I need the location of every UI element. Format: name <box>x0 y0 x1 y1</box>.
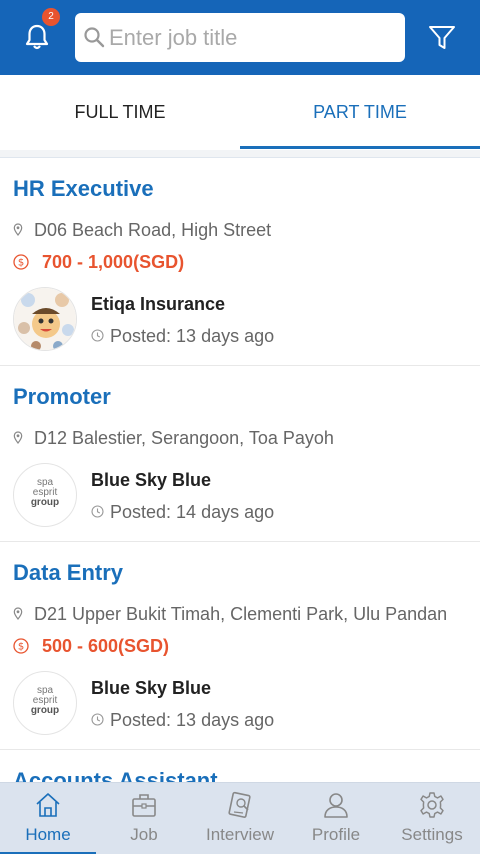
company-name: Blue Sky Blue <box>91 470 212 490</box>
job-title[interactable]: Promoter <box>13 384 111 410</box>
nav-label: Interview <box>205 825 275 844</box>
job-card[interactable]: HR Executive D06 Beach Road, High Street… <box>0 158 480 366</box>
interview-icon <box>228 791 251 818</box>
company-name: Etiqa Insurance <box>91 294 226 314</box>
clock-icon <box>91 505 104 518</box>
active-tab-indicator <box>240 146 480 149</box>
company-logo <box>13 287 77 351</box>
job-title[interactable]: HR Executive <box>13 176 154 202</box>
job-location: D21 Upper Bukit Timah, Clementi Park, Ul… <box>34 604 448 624</box>
briefcase-icon <box>132 794 156 817</box>
location-pin-icon <box>13 223 23 236</box>
svg-text:$: $ <box>18 258 24 269</box>
job-location: D06 Beach Road, High Street <box>34 220 272 240</box>
top-bar: 2 <box>0 0 480 75</box>
job-type-tabs: FULL TIME PART TIME <box>0 75 480 150</box>
search-icon <box>84 27 105 48</box>
tabs-divider <box>0 150 480 158</box>
location-pin-icon <box>13 607 23 620</box>
notification-badge: 2 <box>42 8 60 26</box>
location-pin-icon <box>13 431 23 444</box>
tab-full-time[interactable]: FULL TIME <box>0 75 240 150</box>
cartoon-avatar-icon <box>14 288 76 350</box>
company-logo: spa esprit group <box>13 463 77 527</box>
nav-label: Job <box>130 825 158 844</box>
svg-text:$: $ <box>18 642 24 653</box>
posted-date: Posted: 13 days ago <box>110 326 275 346</box>
spa-esprit-group-logo: spa esprit group <box>30 477 60 508</box>
nav-settings[interactable]: Settings <box>384 783 480 854</box>
nav-home[interactable]: Home <box>0 783 96 854</box>
filter-icon[interactable] <box>428 24 456 52</box>
job-location: D12 Balestier, Serangoon, Toa Payoh <box>34 428 334 448</box>
home-icon <box>36 793 60 817</box>
salary-icon: $ <box>13 638 29 654</box>
gear-icon <box>420 792 444 818</box>
company-logo: spa esprit group <box>13 671 77 735</box>
nav-job[interactable]: Job <box>96 783 192 854</box>
salary-icon: $ <box>13 254 29 270</box>
job-title[interactable]: Accounts Assistant <box>13 768 218 782</box>
job-card[interactable]: Data Entry D21 Upper Bukit Timah, Clemen… <box>0 542 480 750</box>
posted-date: Posted: 13 days ago <box>110 710 275 730</box>
profile-icon <box>324 793 348 818</box>
nav-label: Settings <box>401 825 463 844</box>
company-name: Blue Sky Blue <box>91 678 212 698</box>
nav-interview[interactable]: Interview <box>192 783 288 854</box>
search-input[interactable] <box>109 21 394 54</box>
job-list[interactable]: HR Executive D06 Beach Road, High Street… <box>0 158 480 782</box>
job-title[interactable]: Data Entry <box>13 560 123 586</box>
job-salary: 700 - 1,000(SGD) <box>42 252 185 272</box>
nav-label: Home <box>25 825 71 844</box>
posted-date: Posted: 14 days ago <box>110 502 275 522</box>
app-root: 2 FULL TIME PART TIME HR Executive D06 B… <box>0 0 480 854</box>
job-card[interactable]: Promoter D12 Balestier, Serangoon, Toa P… <box>0 366 480 542</box>
nav-label: Profile <box>311 825 361 844</box>
job-card[interactable]: Accounts Assistant <box>0 750 480 782</box>
tab-part-time[interactable]: PART TIME <box>240 75 480 150</box>
bottom-nav: Home Job Interview Profile Settings <box>0 782 480 854</box>
job-salary: 500 - 600(SGD) <box>42 636 170 656</box>
clock-icon <box>91 329 104 342</box>
spa-esprit-group-logo: spa esprit group <box>30 685 60 716</box>
nav-profile[interactable]: Profile <box>288 783 384 854</box>
clock-icon <box>91 713 104 726</box>
search-box[interactable] <box>75 13 405 62</box>
bell-icon[interactable] <box>22 22 52 52</box>
